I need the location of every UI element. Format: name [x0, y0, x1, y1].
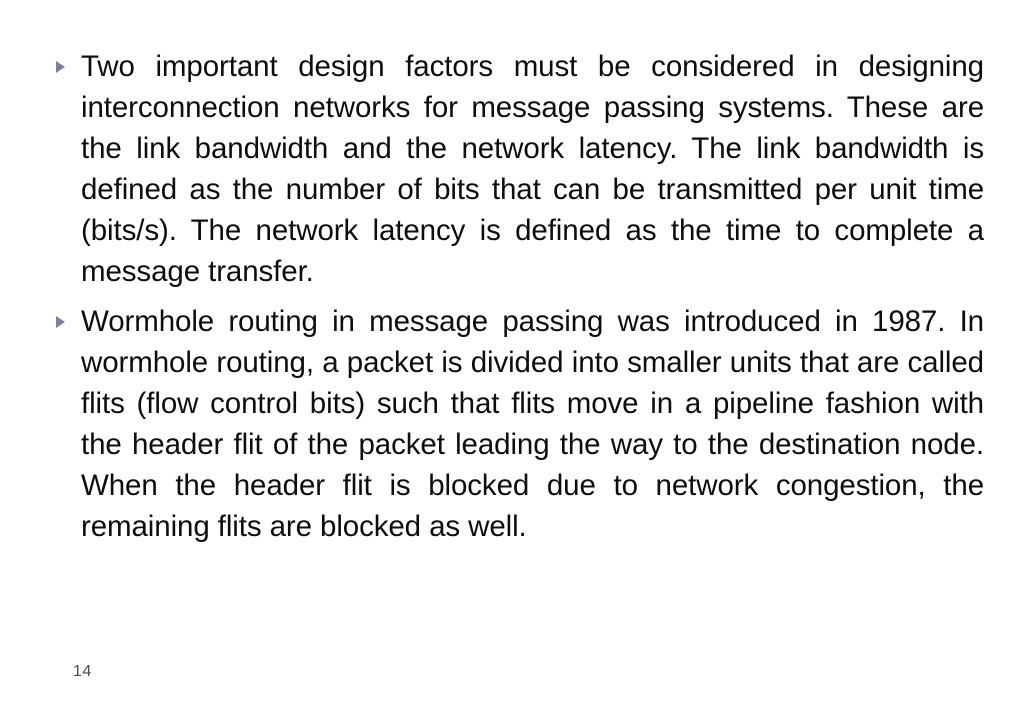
bullet-paragraph-text: Wormhole routing in message passing was … [81, 305, 984, 543]
bullet-paragraph-text: Two important design factors must be con… [81, 50, 984, 288]
slide-canvas: Two important design factors must be con… [0, 0, 1024, 709]
slide-content-body: Two important design factors must be con… [52, 46, 984, 547]
triangle-right-bullet-icon [56, 61, 65, 73]
triangle-right-bullet-icon [56, 316, 65, 328]
list-item: Two important design factors must be con… [52, 46, 984, 292]
page-number: 14 [73, 663, 92, 680]
list-item: Wormhole routing in message passing was … [52, 301, 984, 547]
